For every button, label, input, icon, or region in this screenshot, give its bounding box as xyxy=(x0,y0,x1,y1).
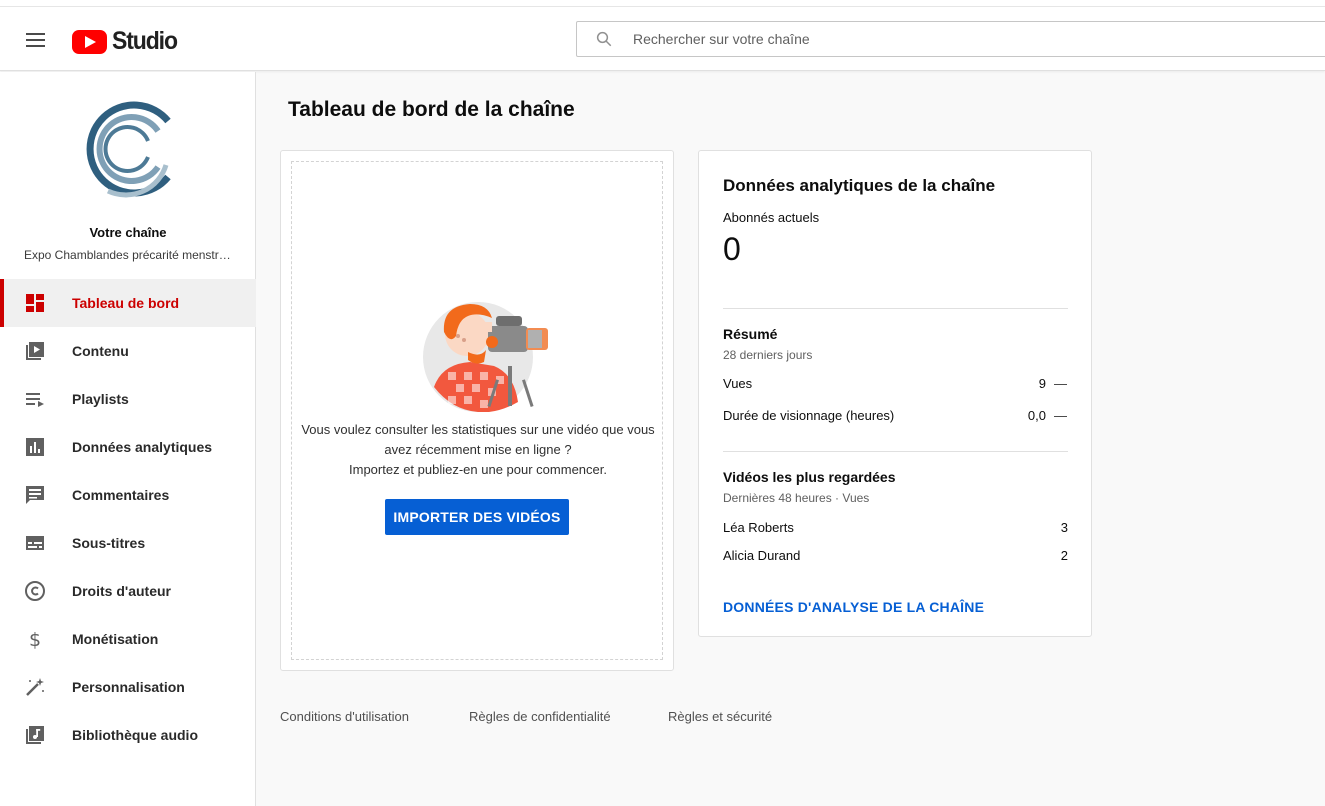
sidebar-item-label: Sous-titres xyxy=(72,535,146,551)
sidebar-item-label: Monétisation xyxy=(72,631,159,647)
top-video-title[interactable]: Alicia Durand xyxy=(723,548,800,563)
sidebar-item-label: Playlists xyxy=(72,391,129,407)
comment-icon xyxy=(26,486,44,504)
copyright-icon xyxy=(25,581,45,601)
page-title: Tableau de bord de la chaîne xyxy=(288,98,575,121)
sidebar-item-analytics[interactable]: Données analytiques xyxy=(0,423,256,471)
sidebar-item-label: Bibliothèque audio xyxy=(72,727,198,743)
sidebar-item-label: Tableau de bord xyxy=(72,295,180,311)
sidebar-item-label: Données analytiques xyxy=(72,439,213,455)
upload-prompt-line-3: Importez et publiez-en une pour commence… xyxy=(349,462,607,477)
sidebar-item-label: Contenu xyxy=(72,343,129,359)
hamburger-menu-icon[interactable] xyxy=(22,26,50,54)
watch-time-change: — xyxy=(1054,408,1067,423)
sidebar: Votre chaîne Expo Chamblandes précarité … xyxy=(0,72,256,806)
magic-wand-icon xyxy=(26,678,44,696)
sidebar-item-label: Personnalisation xyxy=(72,679,185,695)
youtube-studio-logo[interactable]: Studio xyxy=(72,27,183,56)
search-icon[interactable] xyxy=(595,30,613,48)
upload-prompt-text: Vous voulez consulter les statistiques s… xyxy=(292,420,664,480)
sidebar-item-dashboard[interactable]: Tableau de bord xyxy=(0,279,256,327)
svg-text:$: $ xyxy=(29,629,41,650)
divider xyxy=(723,451,1068,452)
policy-safety-link[interactable]: Règles et sécurité xyxy=(668,709,772,724)
divider xyxy=(723,308,1068,309)
watch-time-value: 0,0 xyxy=(1027,408,1046,423)
camera-operator-illustration xyxy=(423,302,548,412)
summary-period: 28 derniers jours xyxy=(723,348,813,362)
current-subscribers-label: Abonnés actuels xyxy=(723,210,820,225)
channel-name: Expo Chamblandes précarité menstr… xyxy=(24,248,231,262)
sidebar-item-customization[interactable]: Personnalisation xyxy=(0,663,256,711)
channel-analytics-card: Données analytiques de la chaîne Abonnés… xyxy=(698,150,1092,637)
top-videos-period: Dernières 48 heures · Vues xyxy=(723,491,870,505)
audio-library-icon xyxy=(26,726,44,744)
channel-analytics-link[interactable]: DONNÉES D'ANALYSE DE LA CHAÎNE xyxy=(723,599,984,615)
top-video-title[interactable]: Léa Roberts xyxy=(723,520,794,535)
sidebar-item-copyright[interactable]: Droits d'auteur xyxy=(0,567,256,615)
dollar-icon: $ xyxy=(29,629,41,650)
upload-prompt-line-1: Vous voulez consulter les statistiques s… xyxy=(301,422,655,437)
sidebar-item-audio-library[interactable]: Bibliothèque audio xyxy=(0,711,256,759)
sidebar-item-label: Droits d'auteur xyxy=(72,583,172,599)
sidebar-item-content[interactable]: Contenu xyxy=(0,327,256,375)
logo-text: Studio xyxy=(112,27,178,55)
your-channel-label: Votre chaîne xyxy=(89,225,167,240)
sidebar-item-subtitles[interactable]: Sous-titres xyxy=(0,519,256,567)
search-input[interactable] xyxy=(633,22,1313,56)
sidebar-item-comments[interactable]: Commentaires xyxy=(0,471,256,519)
upload-dropzone: Vous voulez consulter les statistiques s… xyxy=(291,161,663,660)
analytics-icon xyxy=(26,438,44,456)
dashboard-icon xyxy=(26,294,44,312)
sidebar-nav: Tableau de bord Contenu Playlists Donnée… xyxy=(0,279,256,759)
terms-link[interactable]: Conditions d'utilisation xyxy=(280,709,409,724)
top-edge xyxy=(0,0,1325,7)
upload-videos-button[interactable]: IMPORTER DES VIDÉOS xyxy=(385,499,569,535)
views-value: 9 xyxy=(1038,376,1046,391)
header: Studio xyxy=(0,7,1325,71)
top-video-views: 3 xyxy=(1060,520,1068,535)
subtitles-icon xyxy=(26,536,44,550)
privacy-link[interactable]: Règles de confidentialité xyxy=(469,709,611,724)
sidebar-item-monetization[interactable]: $ Monétisation xyxy=(0,615,256,663)
playlist-icon xyxy=(26,393,44,407)
youtube-play-icon xyxy=(72,29,107,54)
summary-title: Résumé xyxy=(723,326,778,342)
search-box[interactable] xyxy=(576,21,1325,57)
top-video-views: 2 xyxy=(1060,548,1068,563)
views-change: — xyxy=(1054,376,1067,391)
channel-avatar[interactable] xyxy=(78,99,176,199)
sidebar-item-label: Commentaires xyxy=(72,487,170,503)
upload-prompt-line-2: avez récemment mise en ligne ? xyxy=(384,442,572,457)
current-subscribers-count: 0 xyxy=(723,231,741,267)
watch-time-label: Durée de visionnage (heures) xyxy=(723,408,895,423)
top-videos-title: Vidéos les plus regardées xyxy=(723,469,896,485)
video-library-icon xyxy=(26,342,44,360)
views-label: Vues xyxy=(723,376,753,391)
analytics-card-title: Données analytiques de la chaîne xyxy=(723,176,996,195)
sidebar-item-playlists[interactable]: Playlists xyxy=(0,375,256,423)
upload-card: Vous voulez consulter les statistiques s… xyxy=(280,150,674,671)
